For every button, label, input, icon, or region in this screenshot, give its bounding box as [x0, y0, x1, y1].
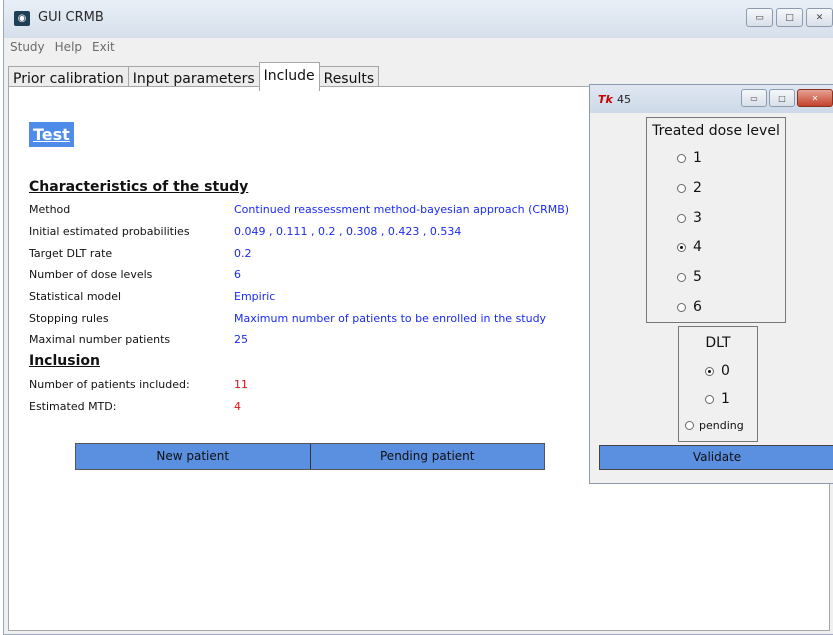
inclusion-label: Estimated MTD: — [29, 400, 117, 413]
menu-bar: Study Help Exit — [4, 40, 115, 58]
dlt-option-pending[interactable]: pending — [685, 419, 744, 432]
dose-option-2[interactable]: 2 — [677, 180, 702, 196]
dose-option-label: 2 — [693, 180, 702, 196]
radio-icon[interactable] — [677, 302, 686, 312]
dialog-title-bar: Tk 45 ▭ □ ✕ — [590, 85, 833, 113]
dlt-option-1[interactable]: 1 — [705, 391, 730, 407]
window-controls: ▭ □ ✕ — [746, 8, 833, 27]
menu-exit[interactable]: Exit — [92, 40, 115, 58]
patient-button-bar: New patient Pending patient — [75, 443, 545, 470]
dose-option-label: 5 — [693, 269, 702, 285]
inclusion-row: Estimated MTD: 4 — [29, 400, 241, 418]
characteristic-row: Maximal number patients 25 — [29, 333, 248, 351]
radio-selected-icon[interactable] — [705, 366, 714, 376]
tk-feather-icon: Tk — [598, 93, 613, 106]
inclusion-heading: Inclusion — [29, 353, 100, 369]
dialog-close-icon[interactable]: ✕ — [797, 89, 833, 107]
characteristic-row: Target DLT rate 0.2 — [29, 247, 252, 265]
estimated-mtd-value: 4 — [234, 400, 241, 413]
window-title: GUI CRMB — [38, 10, 104, 25]
dlt-group: DLT 0 1 pending — [678, 326, 758, 442]
radio-selected-icon[interactable] — [677, 242, 686, 252]
new-patient-button[interactable]: New patient — [76, 444, 311, 469]
dose-option-5[interactable]: 5 — [677, 269, 702, 285]
dlt-option-label: pending — [699, 419, 744, 432]
minimize-icon[interactable]: ▭ — [746, 8, 773, 27]
dose-option-3[interactable]: 3 — [677, 210, 702, 226]
dose-level-group: Treated dose level 1 2 3 4 5 6 — [646, 117, 786, 323]
dlt-option-0[interactable]: 0 — [705, 363, 730, 379]
characteristic-row: Stopping rules Maximum number of patient… — [29, 312, 546, 330]
radio-icon[interactable] — [677, 213, 686, 223]
menu-study[interactable]: Study — [10, 40, 45, 58]
study-title: Test — [29, 122, 74, 147]
radio-icon[interactable] — [685, 421, 694, 430]
dlt-option-label: 1 — [721, 391, 730, 407]
radio-icon[interactable] — [705, 394, 714, 404]
validate-button[interactable]: Validate — [599, 445, 833, 470]
characteristics-heading: Characteristics of the study — [29, 179, 249, 195]
dose-option-1[interactable]: 1 — [677, 150, 702, 166]
dose-option-label: 4 — [693, 239, 702, 255]
characteristic-label: Target DLT rate — [29, 247, 113, 260]
inclusion-label: Number of patients included: — [29, 378, 190, 391]
dialog-minimize-icon[interactable]: ▭ — [741, 89, 767, 107]
dlt-option-label: 0 — [721, 363, 730, 379]
radio-icon[interactable] — [677, 183, 686, 193]
dialog-window-controls: ▭ □ ✕ — [741, 89, 833, 107]
dialog-title: 45 — [617, 93, 631, 106]
characteristic-label: Initial estimated probabilities — [29, 225, 190, 238]
characteristic-row: Method Continued reassessment method-bay… — [29, 203, 569, 221]
dialog-maximize-icon[interactable]: □ — [769, 89, 795, 107]
characteristic-row: Initial estimated probabilities 0.049 , … — [29, 225, 461, 243]
dose-level-heading: Treated dose level — [652, 123, 780, 139]
dose-option-label: 3 — [693, 210, 702, 226]
characteristic-value: Empiric — [234, 290, 276, 303]
dose-option-label: 1 — [693, 150, 702, 166]
characteristic-value: Continued reassessment method-bayesian a… — [234, 203, 570, 216]
characteristic-value: 6 — [234, 268, 241, 281]
maximize-icon[interactable]: □ — [776, 8, 803, 27]
tab-include[interactable]: Include — [258, 62, 320, 91]
characteristic-row: Number of dose levels 6 — [29, 268, 241, 286]
patients-included-value: 11 — [234, 378, 248, 391]
characteristic-label: Number of dose levels — [29, 268, 153, 281]
app-logo-icon: ◉ — [14, 11, 30, 26]
dose-option-label: 6 — [693, 299, 702, 315]
radio-icon[interactable] — [677, 272, 686, 282]
characteristic-value: Maximum number of patients to be enrolle… — [234, 312, 547, 325]
pending-patient-button[interactable]: Pending patient — [310, 444, 544, 469]
characteristic-label: Method — [29, 203, 71, 216]
dlt-heading: DLT — [705, 335, 731, 351]
characteristic-row: Statistical model Empiric — [29, 290, 275, 308]
dose-option-4[interactable]: 4 — [677, 239, 702, 255]
characteristic-value: 25 — [234, 333, 248, 346]
radio-icon[interactable] — [677, 153, 686, 163]
dose-dialog: Tk 45 ▭ □ ✕ Treated dose level 1 2 3 4 5 — [589, 84, 833, 484]
characteristic-value: 0.049 , 0.111 , 0.2 , 0.308 , 0.423 , 0.… — [234, 225, 462, 238]
close-icon[interactable]: ✕ — [806, 8, 833, 27]
characteristic-label: Stopping rules — [29, 312, 109, 325]
title-bar: ◉ GUI CRMB ▭ □ ✕ — [4, 0, 833, 38]
characteristic-value: 0.2 — [234, 247, 252, 260]
characteristic-label: Statistical model — [29, 290, 122, 303]
characteristic-label: Maximal number patients — [29, 333, 171, 346]
dose-option-6[interactable]: 6 — [677, 299, 702, 315]
inclusion-row: Number of patients included: 11 — [29, 378, 248, 396]
menu-help[interactable]: Help — [55, 40, 82, 58]
